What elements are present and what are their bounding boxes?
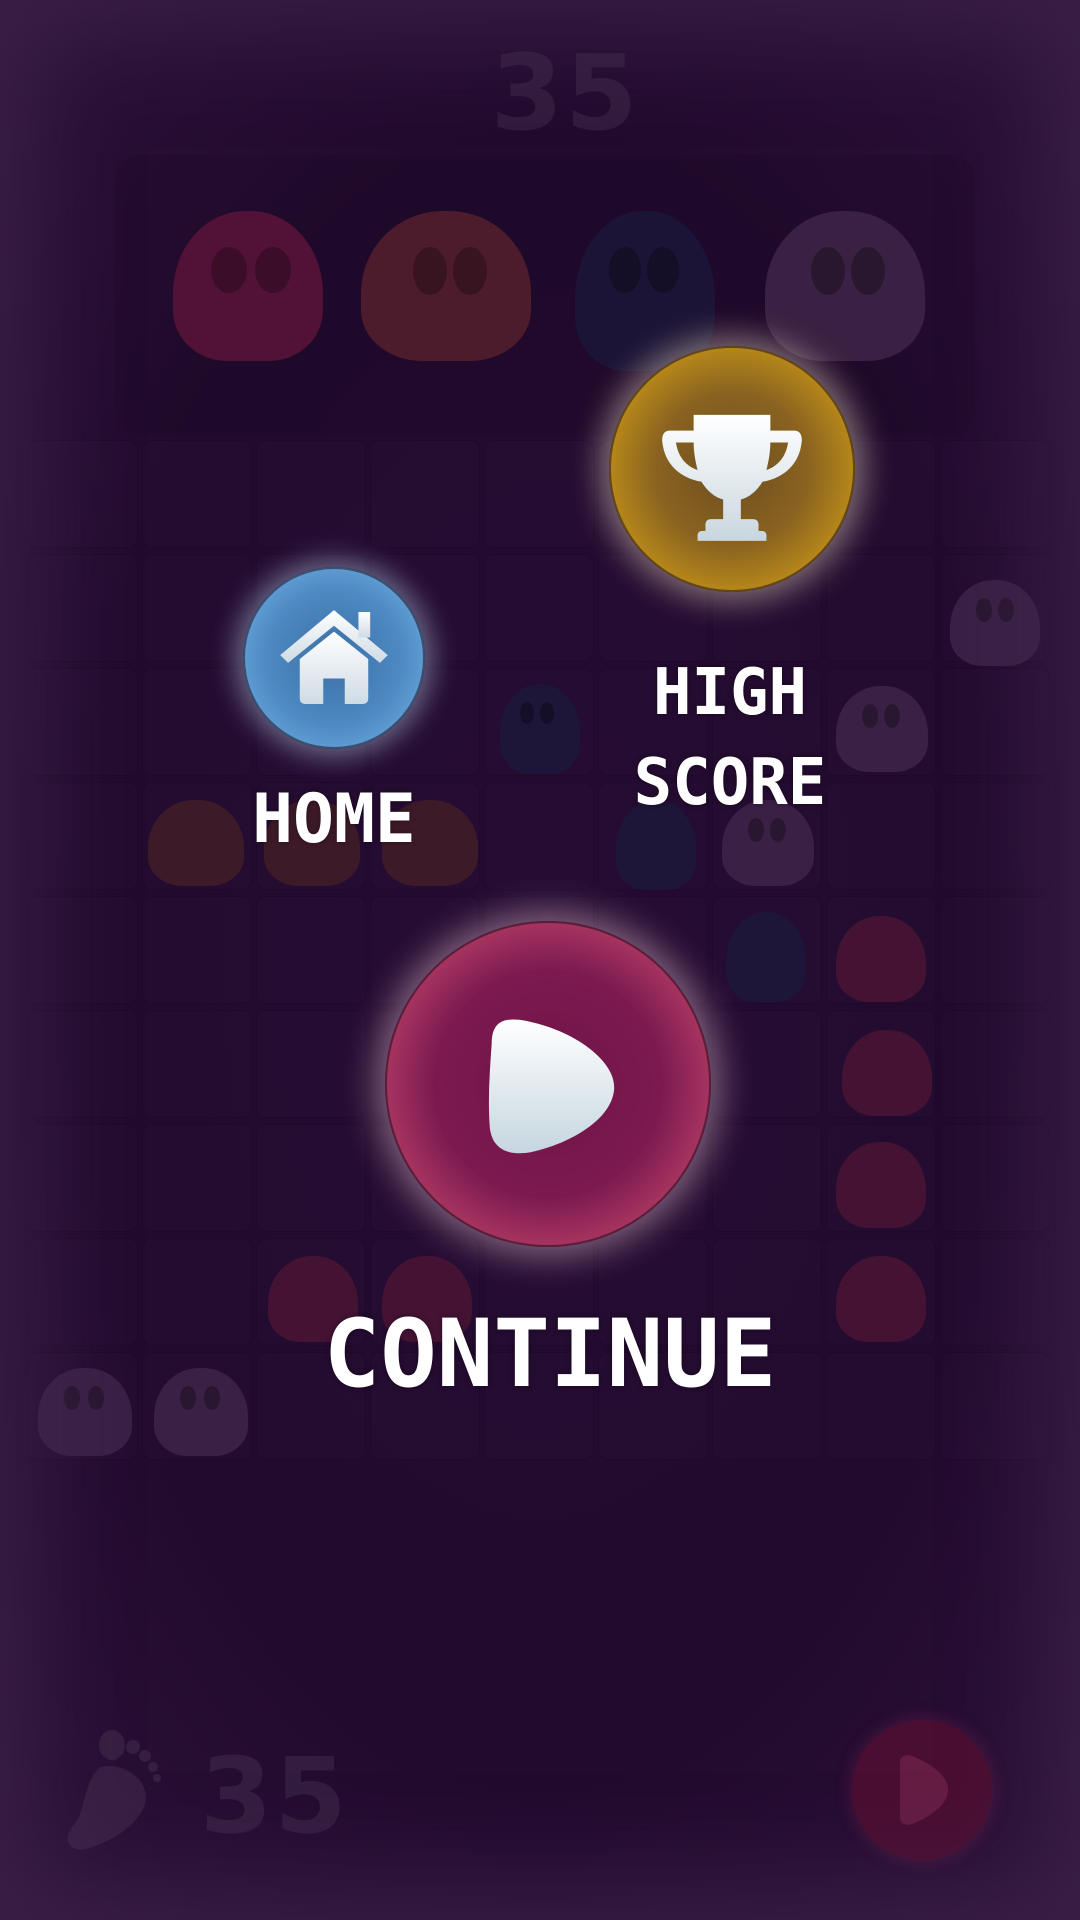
- background-score: 35: [490, 32, 640, 154]
- board-cell: [940, 440, 1050, 548]
- continue-label[interactable]: CONTINUE: [290, 1300, 810, 1410]
- footprint-icon: [67, 1730, 161, 1850]
- board-cell: [142, 668, 252, 776]
- board-cell: [256, 1010, 366, 1118]
- board-cell: [142, 896, 252, 1004]
- board-cell: [28, 440, 138, 548]
- mini-play-icon: [900, 1755, 948, 1825]
- continue-button[interactable]: [385, 921, 711, 1247]
- board-cell: [826, 1352, 936, 1460]
- board-cell: [484, 554, 594, 662]
- board-ghost: [836, 1256, 926, 1342]
- queue-ghost-red: [173, 211, 323, 361]
- board-ghost: [38, 1368, 132, 1456]
- board-cell: [28, 1010, 138, 1118]
- high-score-label-line1: HIGH: [652, 656, 808, 730]
- board-cell: [940, 896, 1050, 1004]
- trophy-icon: [662, 414, 802, 541]
- board-cell: [712, 1010, 822, 1118]
- board-cell: [28, 554, 138, 662]
- board-cell: [28, 896, 138, 1004]
- board-cell: [28, 782, 138, 890]
- board-ghost: [154, 1368, 248, 1456]
- board-cell: [142, 440, 252, 548]
- queue-ghost-white: [765, 211, 925, 361]
- board-ghost: [842, 1030, 932, 1116]
- board-ghost: [500, 684, 580, 774]
- high-score-label-line2: SCORE: [633, 746, 827, 820]
- board-cell: [28, 668, 138, 776]
- board-cell: [142, 1124, 252, 1232]
- high-score-label[interactable]: HIGH SCORE: [580, 648, 880, 828]
- board-cell: [940, 1124, 1050, 1232]
- board-ghost: [950, 580, 1040, 666]
- board-cell: [940, 782, 1050, 890]
- board-cell: [940, 668, 1050, 776]
- board-cell: [256, 896, 366, 1004]
- board-cell: [142, 1010, 252, 1118]
- board-cell: [940, 1352, 1050, 1460]
- board-cell: [142, 1238, 252, 1346]
- board-cell: [256, 1124, 366, 1232]
- queue-ghost-navy: [575, 211, 715, 371]
- mini-play-button: [852, 1720, 992, 1860]
- board-ghost: [836, 1142, 926, 1228]
- board-cell: [940, 1238, 1050, 1346]
- board-cell: [142, 554, 252, 662]
- board-ghost: [836, 916, 926, 1002]
- home-label[interactable]: HOME: [214, 780, 454, 860]
- board-cell: [370, 440, 480, 548]
- game-stage: 35 35 HIGH SCORE HOME CONTINUE: [0, 0, 1080, 1920]
- high-score-button[interactable]: [609, 346, 855, 592]
- board-cell: [28, 1238, 138, 1346]
- board-cell: [256, 440, 366, 548]
- board-cell: [940, 1010, 1050, 1118]
- board-ghost: [726, 912, 806, 1002]
- board-cell: [484, 782, 594, 890]
- home-button[interactable]: [243, 567, 425, 749]
- board-cell: [484, 440, 594, 548]
- queue-ghost-orange: [361, 211, 531, 361]
- board-cell: [28, 1124, 138, 1232]
- board-cell: [712, 1124, 822, 1232]
- house-icon: [280, 610, 388, 704]
- play-icon: [488, 1019, 615, 1154]
- steps-counter: 35: [200, 1735, 349, 1857]
